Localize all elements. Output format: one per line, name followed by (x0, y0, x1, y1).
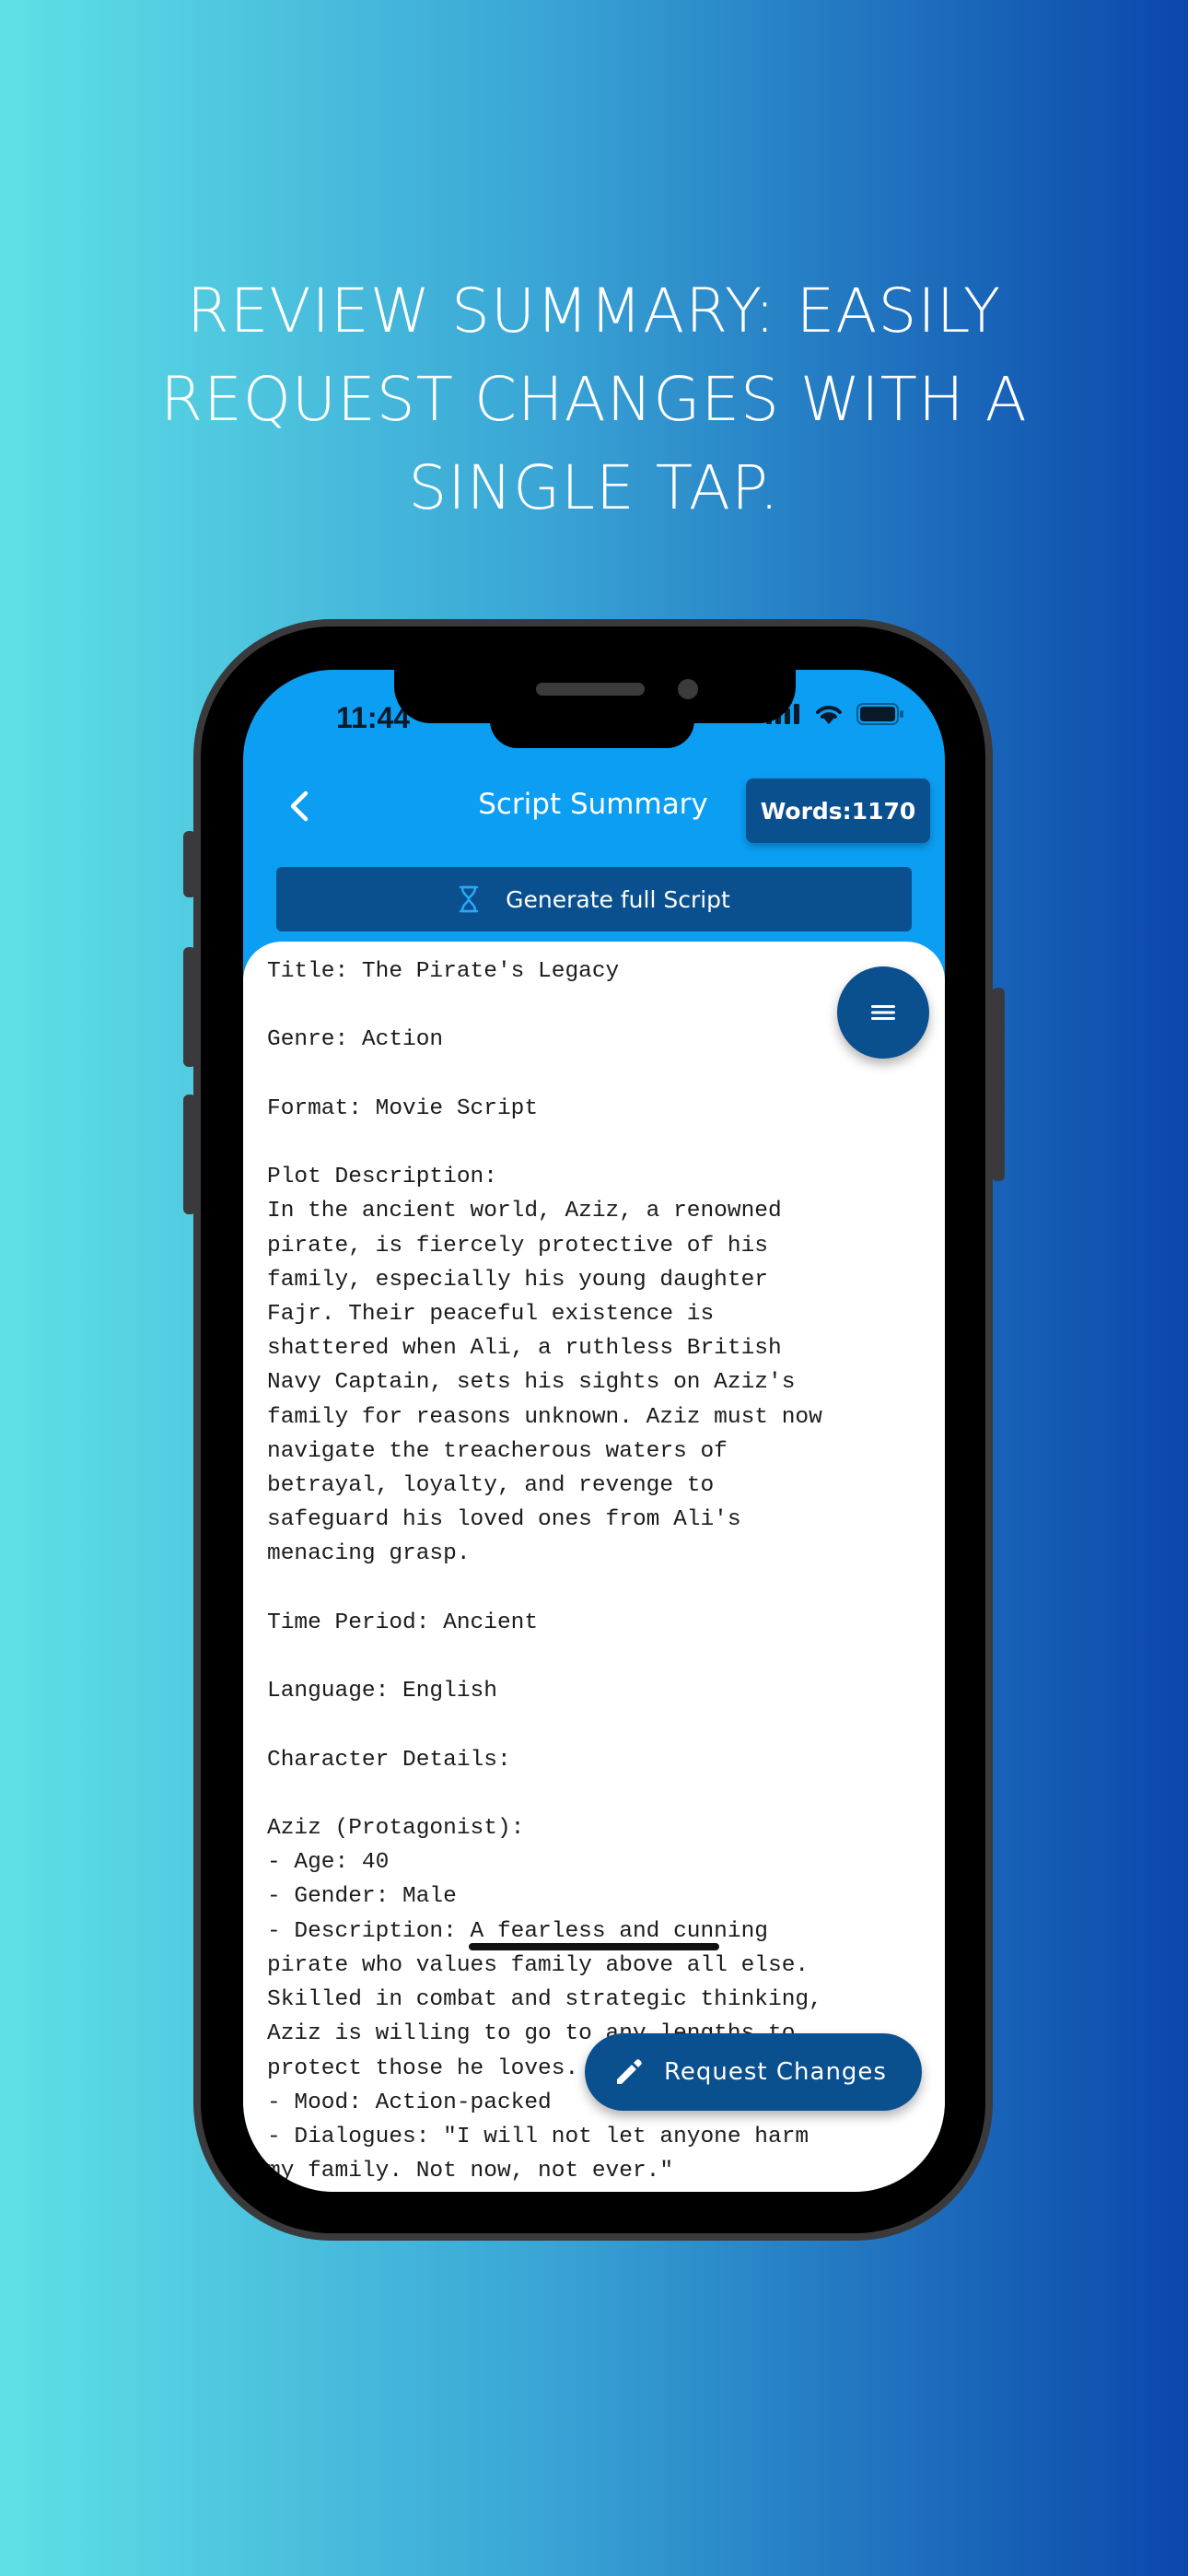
status-time: 11:44 (336, 701, 411, 734)
chevron-left-icon (290, 790, 309, 822)
script-summary-panel[interactable]: Title: The Pirate's Legacy Genre: Action… (243, 942, 945, 2192)
phone-side-button-volume-down (183, 1095, 196, 1214)
phone-side-button-volume-up (183, 947, 196, 1067)
phone-side-button-silent (183, 831, 196, 897)
generate-full-script-button[interactable]: Generate full Script (276, 867, 912, 931)
back-button[interactable] (280, 786, 320, 826)
phone-side-button-power (992, 988, 1005, 1181)
hourglass-icon (459, 885, 479, 913)
pencil-icon (617, 2059, 642, 2084)
menu-icon (871, 1005, 895, 1020)
script-summary-text: Title: The Pirate's Legacy Genre: Action… (267, 959, 822, 2184)
headline-line-3: SINGLE TAP. (408, 452, 780, 523)
headline-line-2: REQUEST CHANGES WITH A (160, 364, 1028, 435)
phone-notch-lower (490, 709, 694, 748)
headline-line-1: REVIEW SUMMARY: EASILY (186, 275, 1002, 346)
earpiece-speaker (536, 683, 645, 696)
phone-screen: 11:44 Script Summary Words:1170 Generate… (243, 670, 945, 2192)
request-changes-label: Request Changes (664, 2058, 887, 2086)
wifi-icon (814, 703, 844, 729)
menu-fab-button[interactable] (837, 966, 929, 1059)
page-title: Script Summary (478, 788, 708, 821)
home-indicator[interactable] (469, 1943, 719, 1950)
word-count-badge[interactable]: Words:1170 (746, 779, 930, 843)
front-camera (678, 679, 698, 699)
generate-button-label: Generate full Script (506, 885, 730, 913)
promo-headline: REVIEW SUMMARY: EASILY REQUEST CHANGES W… (92, 267, 1096, 533)
battery-icon (856, 703, 904, 729)
request-changes-button[interactable]: Request Changes (585, 2033, 922, 2111)
